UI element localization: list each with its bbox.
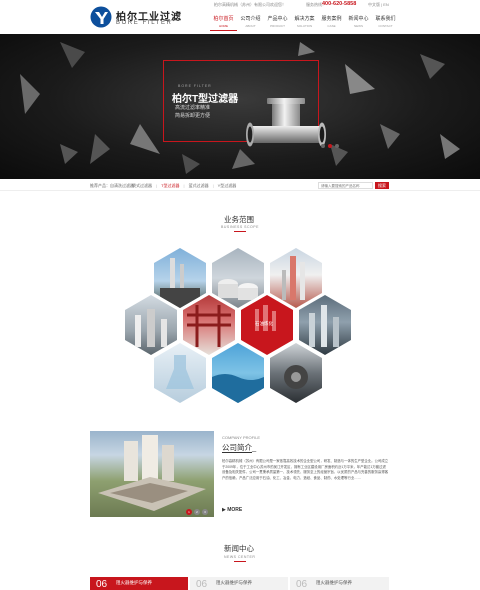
nav-label: 解决方案: [294, 16, 315, 22]
link-separator: |: [212, 183, 214, 188]
business-title: 业务范围: [224, 215, 254, 224]
slider-dots: [321, 144, 339, 148]
search-button[interactable]: 搜索: [375, 182, 389, 189]
laboratory-image: [166, 355, 194, 389]
company-slide-dot-active[interactable]: 1: [186, 509, 192, 515]
slider-dot[interactable]: [335, 144, 339, 148]
site-header: 柏尔工业过滤 BORE FILTER 柏尔高精机械（苏州）有限公司欢迎您！ 服务…: [0, 0, 480, 34]
recommend-link[interactable]: Y型过滤器: [218, 183, 237, 189]
nav-label-en: ABOUT: [245, 24, 256, 28]
news-card-active[interactable]: 06 阻火器维护与保养: [90, 577, 188, 590]
machinery-image: [284, 365, 308, 389]
company-building-image: [90, 431, 214, 517]
company-title-rule: [222, 452, 252, 453]
news-title-en: NEWS CENTER: [224, 555, 256, 559]
slider-dot[interactable]: [321, 144, 325, 148]
news-date: 06: [196, 579, 208, 590]
water-treatment-image: [212, 374, 264, 403]
nav-label: 柏尔首页: [213, 16, 234, 22]
hex-industrial-complex[interactable]: [299, 295, 351, 355]
company-slide-dot[interactable]: 2: [194, 509, 200, 515]
recommend-bar: 推荐产品：自清洗过滤器 | 袋式过滤器 | T型过滤器 | 篮式过滤器 | Y型…: [0, 179, 480, 191]
news-card[interactable]: 06 阻火器维护与保养: [190, 577, 288, 590]
hex-water-treatment[interactable]: [212, 343, 264, 403]
nav-item-case[interactable]: 服务案例 CASE: [318, 11, 345, 31]
hex-machinery[interactable]: [270, 343, 322, 403]
nav-label: 新闻中心: [348, 16, 369, 22]
nav-label-en: SOLUTION: [296, 24, 313, 28]
company-slide-dot[interactable]: 3: [202, 509, 208, 515]
business-title-underline: [234, 231, 246, 232]
language-switch[interactable]: 中文版 | EN: [368, 2, 389, 8]
hex-chemical-plant[interactable]: [125, 295, 177, 355]
link-separator: |: [183, 183, 185, 188]
hex-distillation[interactable]: [270, 248, 322, 308]
hero-subtitle: 简易拆卸更方便: [175, 113, 211, 119]
nav-label-en: NEWS: [354, 24, 363, 28]
company-title-en: COMPANY PROFILE: [222, 435, 261, 440]
hero-kicker: BORE FILTER: [178, 84, 212, 88]
hex-label: 石油炼化: [255, 321, 273, 326]
nav-label: 服务案例: [321, 16, 342, 22]
hex-tank-farm[interactable]: [212, 248, 264, 308]
recommend-link-active[interactable]: T型过滤器: [161, 183, 179, 189]
news-card[interactable]: 06 阻火器维护与保养: [290, 577, 389, 590]
news-title: 阻火器维护与保养: [116, 580, 152, 585]
nav-item-about[interactable]: 公司介绍 ABOUT: [237, 11, 264, 31]
slider-dot-active[interactable]: [328, 144, 332, 148]
nav-item-product[interactable]: 产品中心 PRODUCT: [264, 11, 291, 31]
more-label: MORE: [227, 507, 243, 513]
nav-label: 公司介绍: [240, 16, 261, 22]
tank-farm-image: [218, 279, 258, 300]
hero-subtitle: 高流过滤率精准: [175, 105, 211, 111]
company-description: 柏尔高精机械（苏州）有限公司是一家依靠高效技术的企业型公司，研发、制造与一体的生…: [222, 459, 389, 480]
news-title: 阻火器维护与保养: [216, 580, 252, 585]
hex-pipeline[interactable]: [183, 295, 235, 355]
main-nav: 柏尔首页 HOME 公司介绍 ABOUT 产品中心 PRODUCT 解决方案 SOLUT…: [210, 11, 399, 31]
nav-label-en: CONTACT: [378, 24, 393, 28]
news-date: 06: [96, 579, 108, 590]
nav-label-en: PRODUCT: [270, 24, 285, 28]
hotline-number: 400-620-5858: [322, 1, 357, 7]
welcome-text: 柏尔高精机械（苏州）有限公司欢迎您！: [214, 2, 286, 7]
pipeline-image: [187, 305, 231, 347]
chemical-plant-image: [135, 309, 167, 347]
building-illustration: [98, 435, 206, 511]
news-title: 阻火器维护与保养: [316, 580, 352, 585]
nav-item-home[interactable]: 柏尔首页 HOME: [210, 11, 237, 31]
hex-power-plant[interactable]: [154, 248, 206, 308]
t-filter-image: [246, 98, 326, 147]
power-plant-image: [160, 258, 200, 308]
link-separator: |: [127, 183, 129, 188]
hero-banner[interactable]: BORE FILTER 柏尔T型过滤器 高流过滤率精准 简易拆卸更方便: [0, 34, 480, 179]
news-title: 新闻中心: [224, 544, 254, 553]
news-title-underline: [234, 561, 246, 562]
more-link[interactable]: ▶ MORE: [222, 507, 242, 513]
nav-label: 联系我们: [375, 16, 396, 22]
nav-item-contact[interactable]: 联系我们 CONTACT: [372, 11, 399, 31]
hex-laboratory[interactable]: [154, 343, 206, 403]
nav-label-en: HOME: [219, 24, 228, 28]
search-input[interactable]: [318, 182, 373, 189]
logo-mark-icon[interactable]: [90, 6, 112, 28]
news-date: 06: [296, 579, 308, 590]
logo-name-en: BORE FILTER: [116, 20, 173, 26]
nav-item-news[interactable]: 新闻中心 NEWS: [345, 11, 372, 31]
recommend-links: | 袋式过滤器 | T型过滤器 | 篮式过滤器 | Y型过滤器: [127, 183, 240, 189]
recommend-link[interactable]: 篮式过滤器: [189, 183, 209, 189]
business-title-en: BUSINESS SCOPE: [221, 225, 259, 229]
industrial-complex-image: [309, 305, 339, 347]
link-separator: |: [156, 183, 158, 188]
recommend-link[interactable]: 袋式过滤器: [132, 183, 152, 189]
hex-petrochemical[interactable]: 石油炼化: [241, 295, 293, 355]
nav-label-en: CASE: [327, 24, 336, 28]
hero-title: 柏尔T型过滤器: [172, 94, 239, 105]
distillation-image: [282, 256, 305, 300]
nav-label: 产品中心: [267, 16, 288, 22]
nav-item-solution[interactable]: 解决方案 SOLUTION: [291, 11, 318, 31]
